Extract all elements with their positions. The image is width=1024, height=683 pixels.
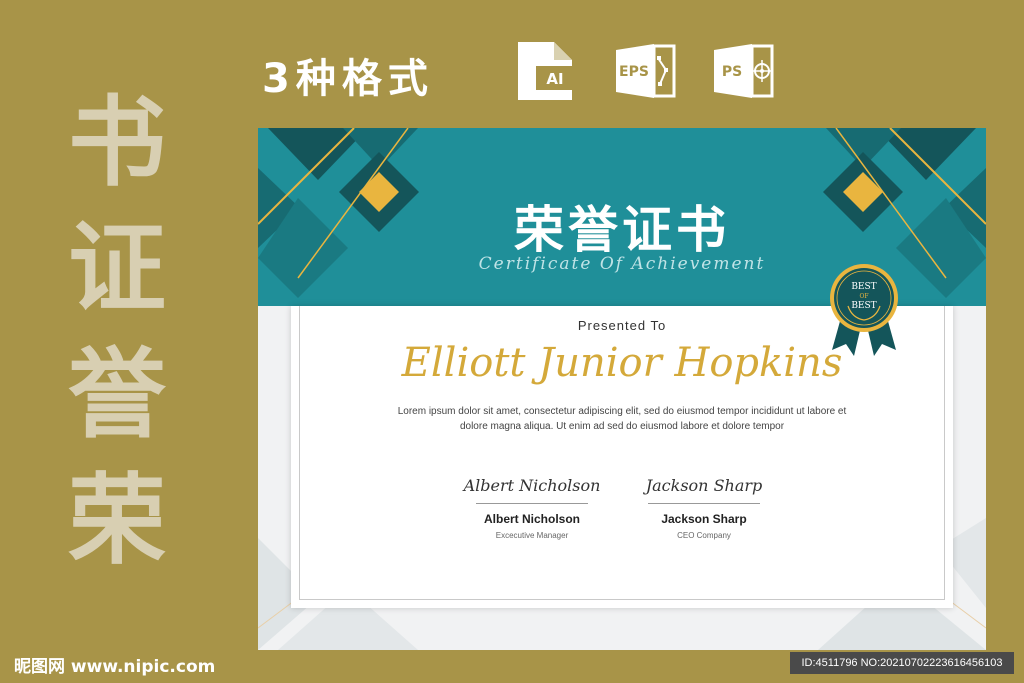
signatory-name: Jackson Sharp xyxy=(661,512,747,526)
ai-file-icon: AI xyxy=(518,42,574,100)
vertical-title-char: 证 xyxy=(67,212,166,326)
signature-script: Jackson Sharp xyxy=(645,476,763,495)
badge-line-2: OF xyxy=(859,293,868,300)
formats-heading: 3种格式 xyxy=(262,56,434,102)
certificate-title-cn: 荣誉证书 xyxy=(514,200,730,259)
vertical-title-char: 书 xyxy=(67,86,166,200)
signatory-name: Albert Nicholson xyxy=(483,512,580,526)
badge-line-3: BEST xyxy=(851,301,876,311)
vertical-title: 书 证 誉 荣 xyxy=(62,80,172,584)
image-id-label: ID:4511796 NO:20210702223616456103 xyxy=(790,652,1014,674)
vertical-title-char: 誉 xyxy=(67,338,166,452)
signature-block-1: Albert Nicholson Albert Nicholson Excecu… xyxy=(452,473,612,540)
best-of-best-badge: BEST OF BEST xyxy=(830,264,898,356)
signature-line xyxy=(476,503,588,504)
signature-script: Albert Nicholson xyxy=(463,476,601,495)
signatory-role: Excecutive Manager xyxy=(495,531,569,540)
signature-block-2: Jackson Sharp Jackson Sharp CEO Company xyxy=(624,473,784,540)
certificate-body-text: Lorem ipsum dolor sit amet, consectetur … xyxy=(397,406,847,432)
signatory-role: CEO Company xyxy=(677,531,731,540)
ps-file-icon: PS xyxy=(714,44,774,98)
certificate: 荣誉证书 Certificate Of Achievement Presente… xyxy=(258,128,986,650)
eps-file-label: EPS xyxy=(619,64,649,80)
ps-file-label: PS xyxy=(722,64,742,80)
site-watermark: 昵图网 www.nipic.com xyxy=(14,657,216,677)
ai-file-label: AI xyxy=(546,70,563,88)
signature-line xyxy=(648,503,760,504)
eps-file-icon: EPS xyxy=(616,44,676,98)
vertical-title-char: 荣 xyxy=(67,464,166,578)
badge-line-1: BEST xyxy=(851,282,876,292)
